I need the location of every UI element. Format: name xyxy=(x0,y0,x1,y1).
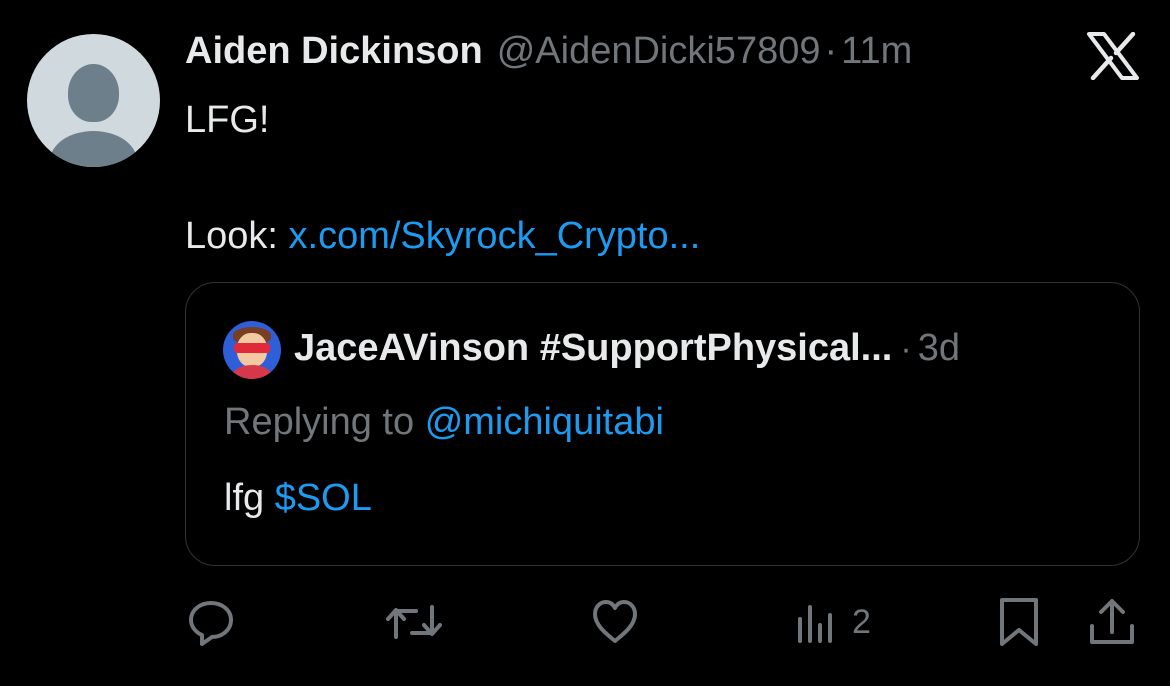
share-button[interactable] xyxy=(1088,590,1136,654)
quoted-author-avatar[interactable] xyxy=(223,321,281,379)
retweet-icon xyxy=(386,605,442,639)
share-icon xyxy=(1090,599,1134,644)
replying-handle[interactable]: @michiquitabi xyxy=(425,401,664,443)
quoted-tweet-card[interactable]: JaceAVinson #SupportPhysical... · 3d Rep… xyxy=(185,282,1140,566)
reply-button[interactable] xyxy=(186,590,236,654)
bookmark-icon xyxy=(1000,598,1038,646)
quoted-header: JaceAVinson #SupportPhysical... · 3d xyxy=(294,327,960,370)
heart-icon xyxy=(593,600,637,643)
avatar-glasses xyxy=(234,343,270,353)
views-icon xyxy=(798,605,832,643)
avatar-head xyxy=(68,64,119,122)
x-logo-icon[interactable] xyxy=(1086,32,1140,80)
author-handle[interactable]: @AidenDicki57809 xyxy=(497,30,821,73)
like-button[interactable] xyxy=(590,590,640,654)
quoted-text-word: lfg xyxy=(224,477,265,519)
replying-prefix: Replying to xyxy=(224,401,415,443)
author-avatar[interactable] xyxy=(27,34,160,167)
retweet-button[interactable] xyxy=(386,590,442,654)
bookmark-button[interactable] xyxy=(998,590,1040,654)
reply-icon xyxy=(189,601,233,646)
separator-dot: · xyxy=(824,30,838,72)
views-count: 2 xyxy=(852,602,871,641)
tweet-time[interactable]: 11m xyxy=(841,30,912,73)
quoted-author-name[interactable]: JaceAVinson #SupportPhysical... xyxy=(294,327,892,370)
replying-to: Replying to @michiquitabi xyxy=(224,401,664,444)
tweet-header: Aiden Dickinson @AidenDicki57809 · 11m xyxy=(185,30,912,78)
tweet-link[interactable]: x.com/Skyrock_Crypto... xyxy=(289,215,701,257)
quoted-text: lfg $SOL xyxy=(224,477,372,520)
action-bar: 2 xyxy=(0,590,1170,654)
avatar-shirt xyxy=(233,365,271,379)
cashtag-link[interactable]: $SOL xyxy=(275,477,372,519)
tweet-line-1: LFG! xyxy=(185,99,270,141)
quoted-time[interactable]: 3d xyxy=(918,327,960,370)
tweet-line-prefix: Look: xyxy=(185,215,278,257)
separator-dot: · xyxy=(900,330,912,368)
views-button[interactable]: 2 xyxy=(796,590,871,654)
tweet-text: LFG! Look: x.com/Skyrock_Crypto... xyxy=(185,92,700,257)
avatar-body xyxy=(50,131,137,167)
tweet-line-2: Look: x.com/Skyrock_Crypto... xyxy=(185,208,700,264)
author-name[interactable]: Aiden Dickinson xyxy=(185,30,483,73)
